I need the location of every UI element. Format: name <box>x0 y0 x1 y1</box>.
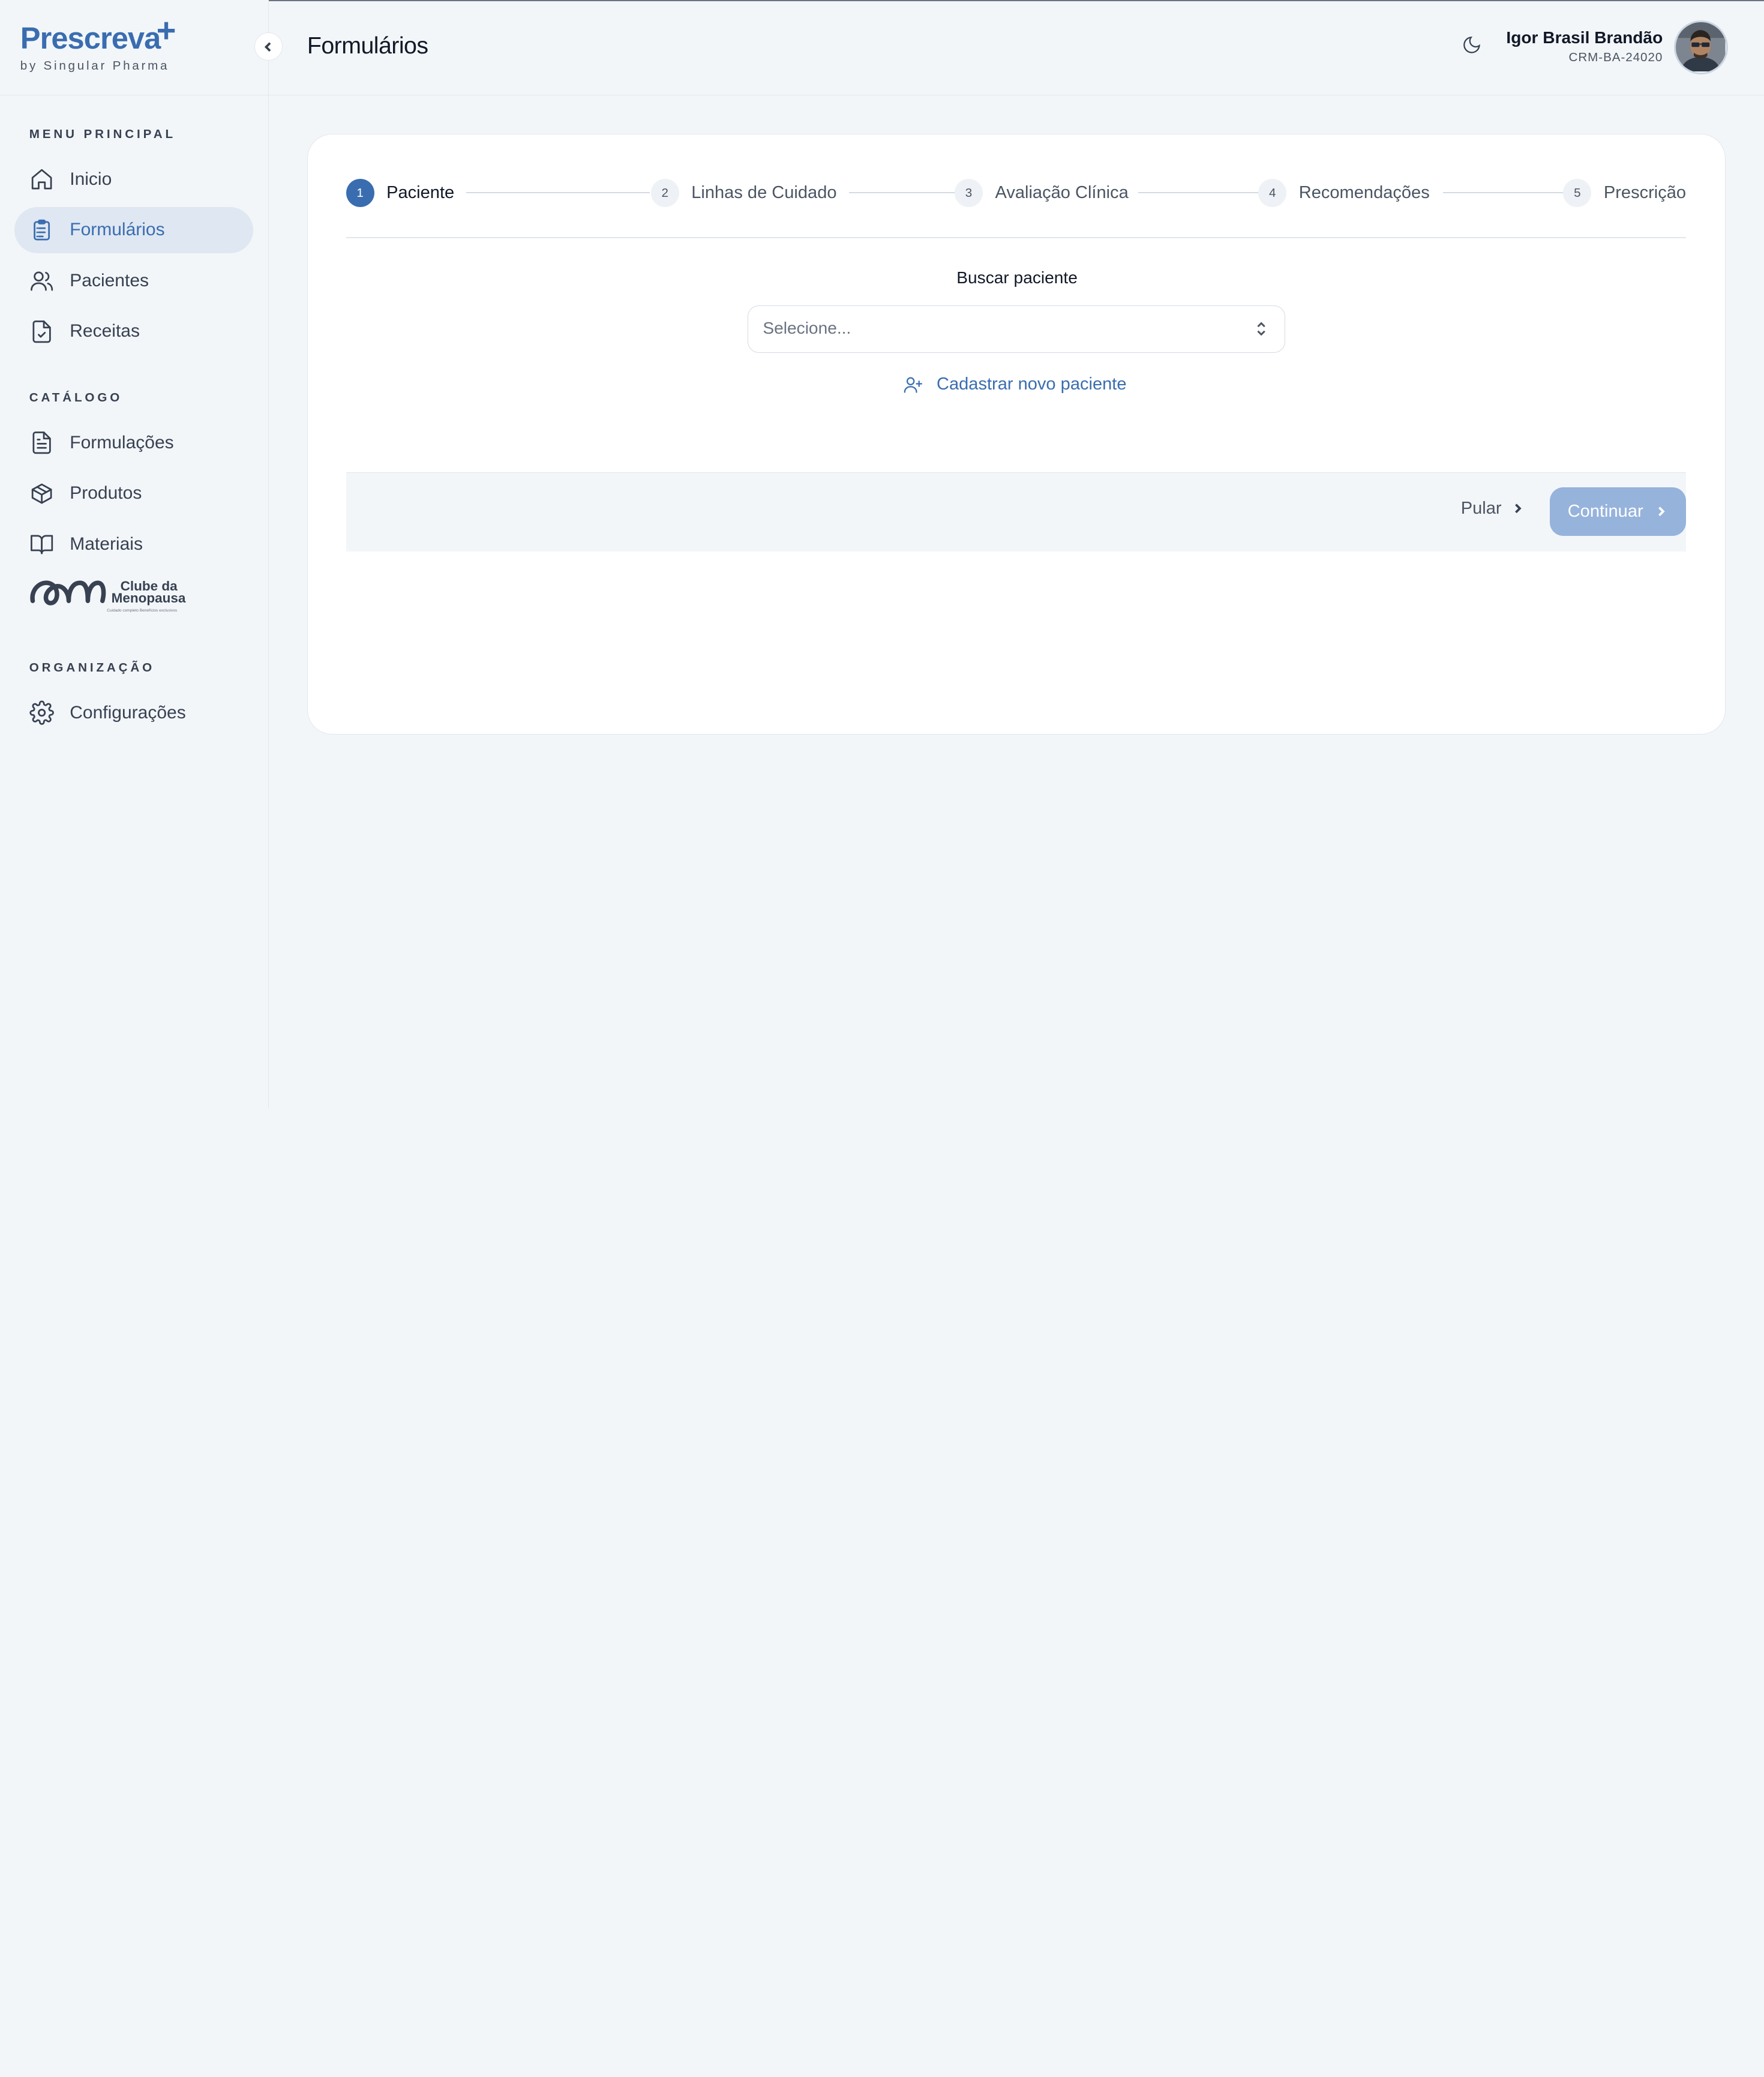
step-number: 5 <box>1563 179 1592 208</box>
user-crm: CRM-BA-24020 <box>1568 50 1663 65</box>
sidebar-item-produtos[interactable]: Produtos <box>14 470 253 517</box>
sidebar-item-formularios[interactable]: Formulários <box>14 207 253 253</box>
skip-label: Pular <box>1460 498 1502 518</box>
file-text-icon <box>28 429 55 456</box>
step-label: Linhas de Cuidado <box>691 183 837 203</box>
sidebar: Prescreva + by Singular Pharma MENU PRIN… <box>0 0 269 1108</box>
step-label: Avaliação Clínica <box>995 183 1129 203</box>
chevron-right-icon <box>1658 506 1666 517</box>
section-title-menu-principal: MENU PRINCIPAL <box>29 127 176 141</box>
step-number: 1 <box>346 179 374 208</box>
home-icon <box>28 166 55 193</box>
user-name: Igor Brasil Brandão <box>1506 28 1663 47</box>
file-check-icon <box>28 318 55 345</box>
continue-label: Continuar <box>1567 501 1643 521</box>
section-title-catalogo: CATÁLOGO <box>29 390 123 404</box>
sidebar-item-label: Pacientes <box>70 270 149 290</box>
chevrons-up-down-icon <box>1253 320 1271 338</box>
skip-button[interactable]: Pular <box>1461 499 1524 518</box>
clube-title-line2: Menopausa <box>111 591 186 606</box>
app-logo[interactable]: Prescreva + by Singular Pharma <box>20 13 189 77</box>
step-number: 4 <box>1258 179 1287 208</box>
sidebar-item-inicio[interactable]: Inicio <box>14 157 253 203</box>
step-label: Recomendações <box>1298 183 1430 203</box>
stepper-divider <box>346 236 1686 238</box>
step-avaliacao-clinica[interactable]: 3 Avaliação Clínica <box>955 178 1129 208</box>
top-header: Formulários Igor Brasil Brandão CRM-BA-2… <box>269 0 1764 96</box>
logo-text: Prescreva <box>20 20 161 55</box>
clube-tagline: Cuidado completo Benefícios exclusivos <box>107 609 178 613</box>
settings-icon <box>28 699 55 726</box>
step-paciente[interactable]: 1 Paciente <box>346 178 455 208</box>
wizard-footer: Pular Continuar <box>346 472 1686 552</box>
patient-select[interactable]: Selecione... <box>748 305 1286 353</box>
package-icon <box>28 480 55 507</box>
add-new-patient-label: Cadastrar novo paciente <box>937 374 1127 394</box>
wizard-stepper: 1 Paciente 2 Linhas de Cuidado 3 Avaliaç… <box>346 178 1686 208</box>
moon-icon <box>1463 36 1480 53</box>
continue-button[interactable]: Continuar <box>1549 487 1686 536</box>
step-connector <box>848 191 955 193</box>
sidebar-item-receitas[interactable]: Receitas <box>14 308 253 355</box>
step-linhas-de-cuidado[interactable]: 2 Linhas de Cuidado <box>650 178 837 208</box>
users-icon <box>28 267 55 294</box>
sidebar-item-label: Materiais <box>70 534 143 554</box>
step-number: 2 <box>650 179 679 208</box>
logo-subtitle: by Singular Pharma <box>20 58 170 73</box>
clube-logo-mark <box>30 580 106 606</box>
chevron-right-icon <box>1514 503 1522 514</box>
sidebar-item-formulacoes[interactable]: Formulações <box>14 419 253 466</box>
avatar[interactable] <box>1674 20 1728 74</box>
step-connector <box>1138 191 1259 193</box>
sidebar-item-label: Formulações <box>70 432 174 452</box>
sidebar-item-pacientes[interactable]: Pacientes <box>14 257 253 304</box>
book-open-icon <box>28 531 55 558</box>
step-label: Prescrição <box>1603 183 1687 203</box>
step-connector <box>1442 191 1564 193</box>
sidebar-item-label: Receitas <box>70 321 140 341</box>
sidebar-item-materiais[interactable]: Materiais <box>14 521 253 567</box>
patient-select-placeholder: Selecione... <box>763 318 851 337</box>
step-number: 3 <box>955 179 983 208</box>
sidebar-divider <box>0 94 269 96</box>
step-connector <box>466 191 650 193</box>
sidebar-item-configuracoes[interactable]: Configurações <box>14 690 253 736</box>
user-avatar-image <box>1676 22 1726 72</box>
clipboard-list-icon <box>28 217 55 244</box>
form-wizard-card: 1 Paciente 2 Linhas de Cuidado 3 Avaliaç… <box>307 134 1726 735</box>
search-patient-label: Buscar paciente <box>956 268 1078 287</box>
theme-toggle-button[interactable] <box>1462 35 1486 59</box>
section-title-organizacao: ORGANIZAÇÃO <box>29 660 155 675</box>
step-label: Paciente <box>386 183 455 203</box>
sidebar-item-label: Produtos <box>70 483 142 503</box>
step-recomendacoes[interactable]: 4 Recomendações <box>1258 178 1430 208</box>
clube-da-menopausa-logo[interactable]: Clube da Menopausa Cuidado completo Bene… <box>28 576 197 617</box>
sidebar-item-label: Formulários <box>70 220 165 240</box>
logo-plus: + <box>156 11 176 49</box>
sidebar-item-label: Configurações <box>70 702 186 723</box>
add-new-patient-link[interactable]: Cadastrar novo paciente <box>903 374 1127 395</box>
sidebar-item-label: Inicio <box>70 169 112 190</box>
user-plus-icon <box>904 377 922 393</box>
page-title: Formulários <box>307 32 428 59</box>
step-prescricao[interactable]: 5 Prescrição <box>1563 178 1686 208</box>
